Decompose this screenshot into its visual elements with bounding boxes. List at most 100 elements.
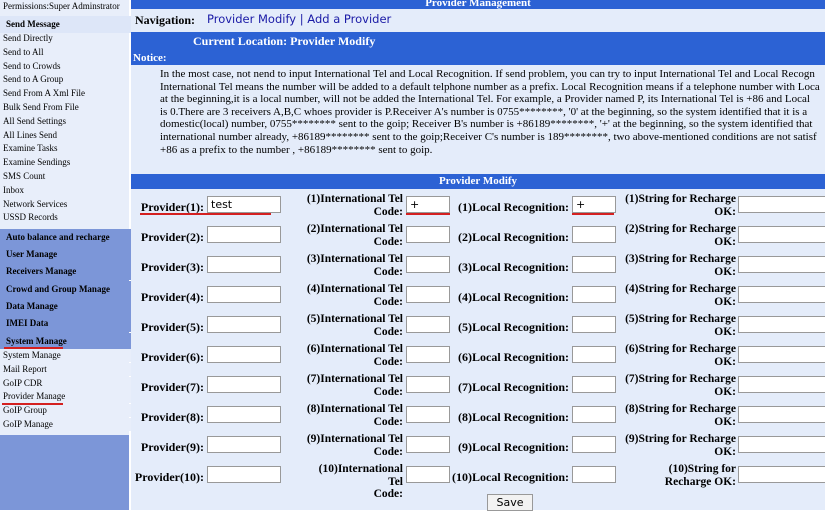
provider-label: Provider(2):: [140, 230, 204, 244]
recharge-string-input[interactable]: [738, 346, 825, 363]
local-recognition-label: (7)Local Recognition:: [458, 380, 569, 394]
recharge-string-input[interactable]: [738, 436, 825, 453]
label-line: OK:: [714, 325, 736, 338]
navigation-label: Navigation:: [135, 13, 195, 27]
sidebar-item[interactable]: Send From A Xml File: [0, 87, 132, 100]
label-line: Code:: [373, 355, 403, 368]
recharge-string-input[interactable]: [738, 256, 825, 273]
provider-name-input[interactable]: [207, 226, 281, 243]
main-content: Provider Management Navigation: Provider…: [131, 0, 825, 511]
local-recognition-input[interactable]: [572, 376, 616, 393]
notice-line: International Tel means the number will …: [160, 80, 820, 93]
provider-modify-heading: Provider Modify: [131, 174, 825, 189]
sidebar-system-item[interactable]: Provider Manage: [0, 390, 132, 404]
save-button[interactable]: Save: [487, 494, 533, 511]
local-recognition-input[interactable]: [572, 406, 616, 423]
provider-name-input[interactable]: [207, 346, 281, 363]
label-line: (9)String for Recharge: [625, 433, 736, 445]
international-tel-input[interactable]: [406, 286, 450, 303]
international-tel-input[interactable]: [406, 316, 450, 333]
provider-row: Provider(9): (9)International Tel Code: (9)…: [131, 431, 825, 459]
provider-row: Provider(7): (7)International Tel Code: (7)…: [131, 371, 825, 399]
label-line: (1)String for Recharge: [625, 193, 736, 205]
provider-name-input[interactable]: [207, 376, 281, 393]
sidebar-system-item[interactable]: GoIP Manage: [0, 418, 132, 431]
international-tel-input[interactable]: [406, 466, 450, 483]
sidebar-item[interactable]: Bulk Send From File: [0, 101, 132, 114]
international-tel-input[interactable]: [406, 226, 450, 243]
sidebar-section[interactable]: Data Manage: [0, 298, 135, 315]
sidebar-item[interactable]: USSD Records: [0, 211, 132, 224]
local-recognition-input[interactable]: [572, 316, 616, 333]
sidebar-item[interactable]: Send to All: [0, 46, 132, 59]
sidebar: Permissions:Super Adminstrator Send Mess…: [0, 0, 135, 510]
local-recognition-input[interactable]: [572, 466, 616, 483]
recharge-string-input[interactable]: [738, 466, 825, 483]
recharge-string-input[interactable]: [738, 406, 825, 423]
international-tel-input[interactable]: [406, 406, 450, 423]
provider-label: Provider(3):: [140, 260, 204, 274]
sidebar-item[interactable]: Network Services: [0, 198, 132, 211]
sidebar-item[interactable]: Send Directly: [0, 32, 132, 45]
add-provider-link[interactable]: Add a Provider: [307, 12, 391, 26]
sidebar-item[interactable]: Send to A Group: [0, 73, 132, 86]
send-message-heading[interactable]: Send Message: [0, 16, 135, 33]
label-line: (8)International Tel: [306, 403, 403, 415]
label-line: Code:: [373, 415, 403, 428]
sidebar-section[interactable]: User Manage: [0, 246, 135, 263]
sidebar-section[interactable]: IMEI Data: [0, 315, 135, 332]
sidebar-item[interactable]: Examine Tasks: [0, 142, 132, 155]
provider-label: Provider(10):: [134, 470, 204, 484]
nav-separator: |: [299, 12, 304, 26]
sidebar-item[interactable]: All Send Settings: [0, 115, 132, 128]
provider-name-input[interactable]: [207, 256, 281, 273]
sidebar-section[interactable]: Crowd and Group Manage: [0, 281, 135, 298]
local-recognition-input[interactable]: +: [572, 196, 616, 213]
sidebar-system-item[interactable]: System Manage: [0, 349, 132, 362]
provider-name-input[interactable]: [207, 316, 281, 333]
local-recognition-label: (1)Local Recognition:: [458, 200, 569, 214]
label-line: OK:: [714, 235, 736, 248]
local-recognition-label: (9)Local Recognition:: [458, 440, 569, 454]
international-tel-input[interactable]: [406, 256, 450, 273]
notice-line: international number already, +86189****…: [160, 130, 817, 143]
label-line: Code:: [373, 488, 403, 500]
sidebar-item[interactable]: SMS Count: [0, 170, 132, 183]
label-line: (10)String for: [668, 463, 736, 475]
provider-row: Provider(6): (6)International Tel Code: (6)…: [131, 341, 825, 369]
intl1-underline: [406, 213, 450, 215]
provider-name-input[interactable]: test: [207, 196, 281, 213]
provider-name-input[interactable]: [207, 286, 281, 303]
provider-name-input[interactable]: [207, 436, 281, 453]
recharge-string-input[interactable]: [738, 226, 825, 243]
sidebar-section[interactable]: Auto balance and recharge: [0, 229, 135, 246]
sidebar-system-item[interactable]: Mail Report: [0, 362, 132, 376]
recharge-string-input[interactable]: [738, 376, 825, 393]
provider-name-input[interactable]: [207, 466, 281, 483]
provider-modify-link[interactable]: Provider Modify: [207, 12, 296, 26]
recharge-string-input[interactable]: [738, 196, 825, 213]
international-tel-input[interactable]: +: [406, 196, 450, 213]
local-recognition-label: (10)Local Recognition:: [452, 470, 569, 484]
sidebar-section[interactable]: Receivers Manage: [0, 263, 135, 280]
recharge-string-input[interactable]: [738, 286, 825, 303]
local-recognition-input[interactable]: [572, 286, 616, 303]
provider-name-input[interactable]: [207, 406, 281, 423]
local-recognition-input[interactable]: [572, 346, 616, 363]
local-recognition-input[interactable]: [572, 256, 616, 273]
international-tel-input[interactable]: [406, 346, 450, 363]
sidebar-item[interactable]: Examine Sendings: [0, 156, 132, 169]
sidebar-item[interactable]: Send to Crowds: [0, 60, 132, 73]
sidebar-item[interactable]: Inbox: [0, 184, 132, 197]
local-recognition-input[interactable]: [572, 226, 616, 243]
sidebar-system-item[interactable]: GoIP CDR: [0, 376, 132, 390]
international-tel-label: (10)International Tel Code:: [303, 463, 403, 501]
international-tel-input[interactable]: [406, 376, 450, 393]
page-title: Provider Management: [131, 0, 825, 9]
label-line: (10)International Tel: [318, 463, 403, 488]
international-tel-input[interactable]: [406, 436, 450, 453]
sidebar-item[interactable]: All Lines Send: [0, 129, 132, 142]
sidebar-system-item[interactable]: GoIP Group: [0, 404, 132, 418]
recharge-string-input[interactable]: [738, 316, 825, 333]
local-recognition-input[interactable]: [572, 436, 616, 453]
